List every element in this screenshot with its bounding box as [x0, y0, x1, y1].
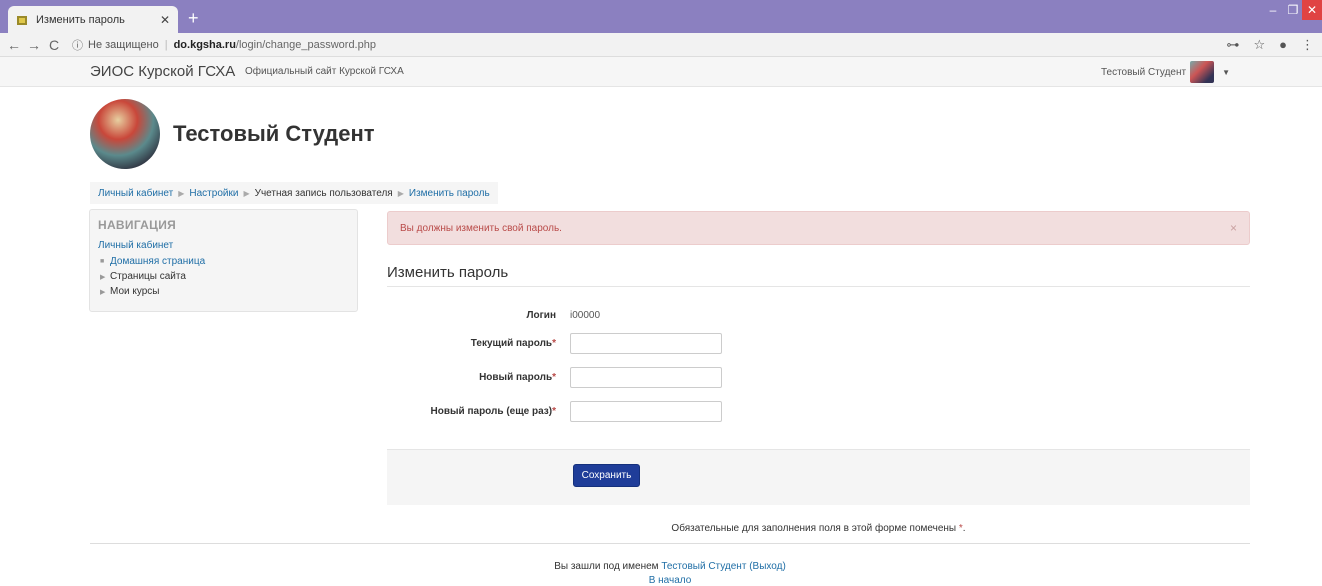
- user-menu-name: Тестовый Студент: [1100, 66, 1187, 78]
- bullet-icon: ■: [100, 258, 105, 265]
- new-password-again-label: Новый пароль (еще раз)*: [430, 406, 556, 417]
- url-host: do.kgsha.ru: [173, 38, 236, 51]
- divider: [387, 286, 1250, 287]
- window-restore-icon[interactable]: ❐: [1284, 0, 1302, 20]
- window-close-icon[interactable]: ✕: [1302, 0, 1322, 20]
- tab-close-icon[interactable]: ✕: [160, 13, 170, 27]
- reload-icon[interactable]: C: [44, 37, 64, 53]
- site-favicon-icon: [17, 15, 27, 25]
- menu-icon[interactable]: ⋮: [1301, 37, 1314, 53]
- chevron-down-icon: ▼: [1222, 67, 1230, 77]
- omnibox-separator: |: [164, 38, 168, 51]
- current-password-label: Текущий пароль*: [470, 338, 556, 349]
- browser-toolbar: ← → C ⓘ Не защищено | do.kgsha.ru /login…: [0, 33, 1322, 57]
- toolbar-right: ⊶ ☆ ● ⋮: [1226, 37, 1314, 53]
- footer-user-link[interactable]: Тестовый Студент: [661, 561, 746, 572]
- form-actions: Сохранить: [387, 449, 1250, 505]
- footer-divider: [90, 543, 1250, 544]
- window-minimize-icon[interactable]: –: [1262, 0, 1284, 20]
- new-password-input[interactable]: [570, 367, 722, 388]
- password-change-alert: Вы должны изменить свой пароль. ×: [387, 211, 1250, 245]
- expand-arrow-icon: ▶: [100, 273, 106, 281]
- navigation-title: НАВИГАЦИЯ: [98, 218, 177, 232]
- new-tab-icon[interactable]: +: [188, 9, 199, 27]
- current-password-row: Текущий пароль*: [387, 333, 1250, 355]
- breadcrumb-item-change-password[interactable]: Изменить пароль: [409, 188, 490, 199]
- nav-item-home[interactable]: ■ Домашняя страница: [100, 254, 349, 269]
- breadcrumb-separator-icon: ▶: [178, 188, 185, 198]
- site-brand[interactable]: ЭИОС Курской ГСХА: [90, 63, 235, 80]
- tab-title: Изменить пароль: [36, 13, 125, 26]
- nav-item-label: Домашняя страница: [110, 256, 206, 267]
- navigation-block: НАВИГАЦИЯ Личный кабинет ■ Домашняя стра…: [89, 209, 358, 312]
- form-heading: Изменить пароль: [387, 264, 509, 281]
- new-password-row: Новый пароль*: [387, 367, 1250, 389]
- required-note: Обязательные для заполнения поля в этой …: [671, 523, 966, 534]
- user-menu[interactable]: Тестовый Студент ▼: [1101, 61, 1230, 83]
- nav-item-dashboard[interactable]: Личный кабинет: [98, 240, 349, 251]
- info-icon[interactable]: ⓘ: [72, 37, 83, 53]
- key-icon[interactable]: ⊶: [1226, 37, 1239, 53]
- official-site-link[interactable]: Официальный сайт Курской ГСХА: [245, 66, 404, 77]
- current-password-input[interactable]: [570, 333, 722, 354]
- nav-item-site-pages[interactable]: ▶ Страницы сайта: [100, 269, 349, 284]
- forward-arrow-icon[interactable]: →: [24, 37, 44, 53]
- breadcrumb-separator-icon: ▶: [243, 188, 250, 198]
- breadcrumb-item-account: Учетная запись пользователя: [254, 187, 393, 199]
- insecure-label: Не защищено: [88, 38, 159, 51]
- profile-icon[interactable]: ●: [1279, 37, 1287, 53]
- breadcrumb-item-dashboard[interactable]: Личный кабинет: [98, 188, 173, 199]
- browser-tabstrip: Изменить пароль ✕ + – ❐ ✕: [0, 0, 1322, 33]
- address-bar[interactable]: ⓘ Не защищено | do.kgsha.ru /login/chang…: [72, 37, 376, 53]
- footer-login-info: Вы зашли под именем Тестовый Студент (Вы…: [0, 561, 1322, 572]
- login-value: i00000: [570, 310, 601, 321]
- expand-arrow-icon: ▶: [100, 288, 106, 296]
- login-label: Логин: [526, 310, 556, 321]
- login-row: Логин i00000: [387, 305, 1250, 327]
- breadcrumb: Личный кабинет ▶ Настройки ▶ Учетная зап…: [90, 182, 498, 204]
- user-menu-avatar: [1190, 61, 1215, 83]
- required-mark: *: [552, 372, 556, 383]
- back-arrow-icon[interactable]: ←: [4, 37, 24, 53]
- new-password-label: Новый пароль*: [479, 372, 556, 383]
- avatar: [90, 99, 160, 169]
- browser-tab[interactable]: Изменить пароль ✕: [8, 6, 178, 33]
- required-mark: *: [552, 406, 556, 417]
- nav-item-my-courses[interactable]: ▶ Мои курсы: [100, 284, 349, 299]
- site-navbar: ЭИОС Курской ГСХА Официальный сайт Курск…: [0, 57, 1322, 87]
- new-password-again-row: Новый пароль (еще раз)*: [387, 401, 1250, 423]
- page-title: Тестовый Студент: [173, 121, 375, 146]
- required-mark: *: [552, 338, 556, 349]
- breadcrumb-item-settings[interactable]: Настройки: [189, 188, 238, 199]
- new-password-again-input[interactable]: [570, 401, 722, 422]
- nav-item-label: Мои курсы: [110, 286, 160, 297]
- breadcrumb-separator-icon: ▶: [397, 188, 404, 198]
- star-icon[interactable]: ☆: [1253, 37, 1265, 53]
- nav-item-label: Страницы сайта: [110, 271, 186, 282]
- close-icon[interactable]: ×: [1230, 221, 1237, 235]
- alert-message: Вы должны изменить свой пароль.: [400, 222, 562, 234]
- logged-in-prefix: Вы зашли под именем: [554, 561, 659, 572]
- logout-link[interactable]: (Выход): [749, 561, 786, 572]
- save-button[interactable]: Сохранить: [573, 464, 640, 487]
- url-path: /login/change_password.php: [235, 38, 376, 51]
- home-link[interactable]: В начало: [0, 575, 1322, 586]
